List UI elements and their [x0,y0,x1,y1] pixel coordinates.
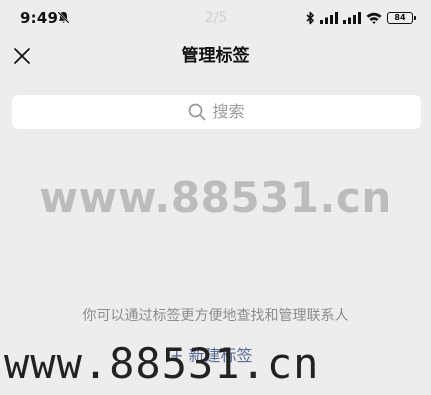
signal-icon [320,12,338,24]
bluetooth-icon [306,11,314,25]
status-bar: 9:49 2/5 84 [0,0,431,38]
watermark-bottom: www.88531.cn [4,339,320,388]
page-indicator: 2/5 [204,10,228,26]
new-tag-button[interactable]: + 新建标签 [170,345,253,367]
close-button[interactable] [10,44,34,68]
mute-icon [57,11,70,24]
empty-hint: 你可以通过标签更方便地查找和管理联系人 [82,308,349,324]
search-input[interactable]: 搜索 [12,95,421,129]
signal-icon [343,12,361,24]
status-icons: 84 [306,9,416,27]
search-placeholder: 搜索 [212,102,245,121]
battery-level: 84 [394,13,406,22]
search-icon [189,103,206,121]
wifi-icon [366,12,382,24]
battery-icon: 84 [387,12,416,24]
watermark-center: www.88531.cn [39,173,392,222]
close-icon [14,48,30,64]
status-time: 9:49 [20,9,59,27]
page-title: 管理标签 [181,46,250,66]
